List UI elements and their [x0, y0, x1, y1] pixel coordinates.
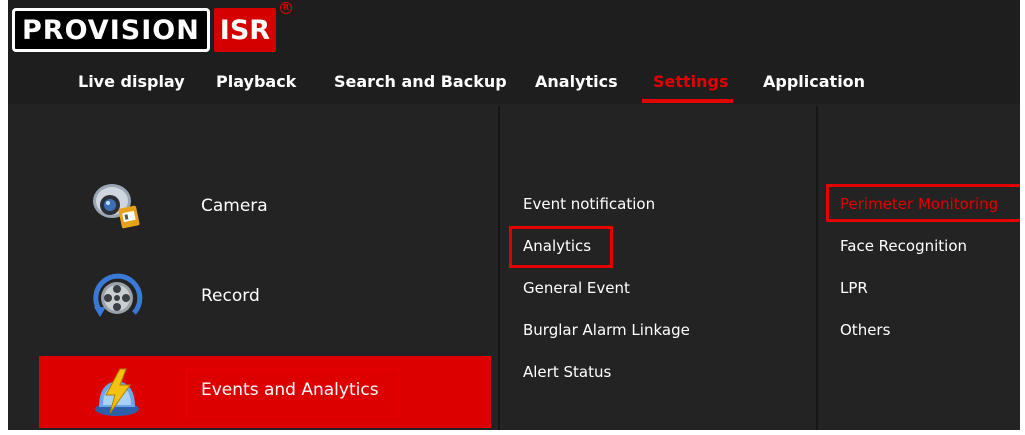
left-menu-events-and-analytics[interactable]: Events and Analytics [39, 356, 491, 428]
logo-suffix-text: ISR R [213, 2, 293, 52]
middle-menu-burglar-alarm-linkage[interactable]: Burglar Alarm Linkage [523, 321, 690, 339]
nav-settings[interactable]: Settings [653, 72, 729, 91]
middle-menu-event-notification[interactable]: Event notification [523, 195, 655, 213]
left-menu-label: Events and Analytics [201, 380, 379, 400]
middle-menu-analytics[interactable]: Analytics [523, 237, 591, 255]
middle-menu-general-event[interactable]: General Event [523, 279, 630, 297]
middle-menu-alert-status[interactable]: Alert Status [523, 363, 611, 381]
right-menu-lpr[interactable]: LPR [840, 279, 868, 297]
left-menu-label: Record [201, 286, 260, 306]
camera-icon [93, 184, 140, 229]
nav-live-display[interactable]: Live display [78, 72, 185, 91]
right-menu-perimeter-monitoring[interactable]: Perimeter Monitoring [840, 195, 998, 213]
nav-playback[interactable]: Playback [216, 72, 296, 91]
lightning-alarm-icon [95, 368, 139, 416]
right-menu-face-recognition[interactable]: Face Recognition [840, 237, 967, 255]
column-divider [816, 106, 818, 430]
left-menu-camera[interactable]: Camera [39, 172, 491, 244]
logo-suffix-label: ISR [219, 14, 271, 46]
left-menu-label: Camera [201, 196, 268, 216]
left-menu-record[interactable]: Record [39, 262, 491, 334]
logo-main-text: PROVISION [12, 8, 210, 52]
nav-application[interactable]: Application [763, 72, 865, 91]
top-header: PROVISION ISR R Live display Playback Se… [8, 0, 1020, 104]
main-nav: Live display Playback Search and Backup … [8, 64, 1020, 104]
nav-analytics[interactable]: Analytics [535, 72, 618, 91]
nav-search-and-backup[interactable]: Search and Backup [334, 72, 507, 91]
registered-mark: R [280, 2, 293, 14]
column-divider [498, 106, 500, 430]
settings-window: PROVISION ISR R Live display Playback Se… [8, 0, 1020, 430]
record-reel-icon [93, 273, 143, 317]
brand-logo: PROVISION ISR R [12, 2, 293, 52]
active-tab-underline [642, 99, 733, 103]
right-menu-others[interactable]: Others [840, 321, 890, 339]
